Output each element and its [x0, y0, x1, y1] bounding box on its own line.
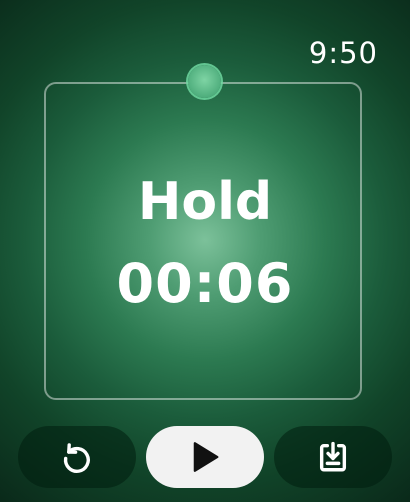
countdown-timer: 00:06 — [116, 252, 294, 315]
progress-indicator-dot — [188, 65, 221, 98]
breathing-box-guide — [44, 82, 362, 400]
reset-button[interactable] — [18, 426, 136, 488]
phase-label: Hold — [137, 172, 273, 232]
save-button[interactable] — [274, 426, 392, 488]
restart-icon — [60, 440, 94, 474]
status-clock: 9:50 — [308, 36, 378, 70]
play-button[interactable] — [146, 426, 264, 488]
play-icon — [190, 441, 220, 473]
save-download-icon — [316, 440, 350, 474]
breathing-screen: 9:50 Hold 00:06 — [0, 0, 410, 502]
